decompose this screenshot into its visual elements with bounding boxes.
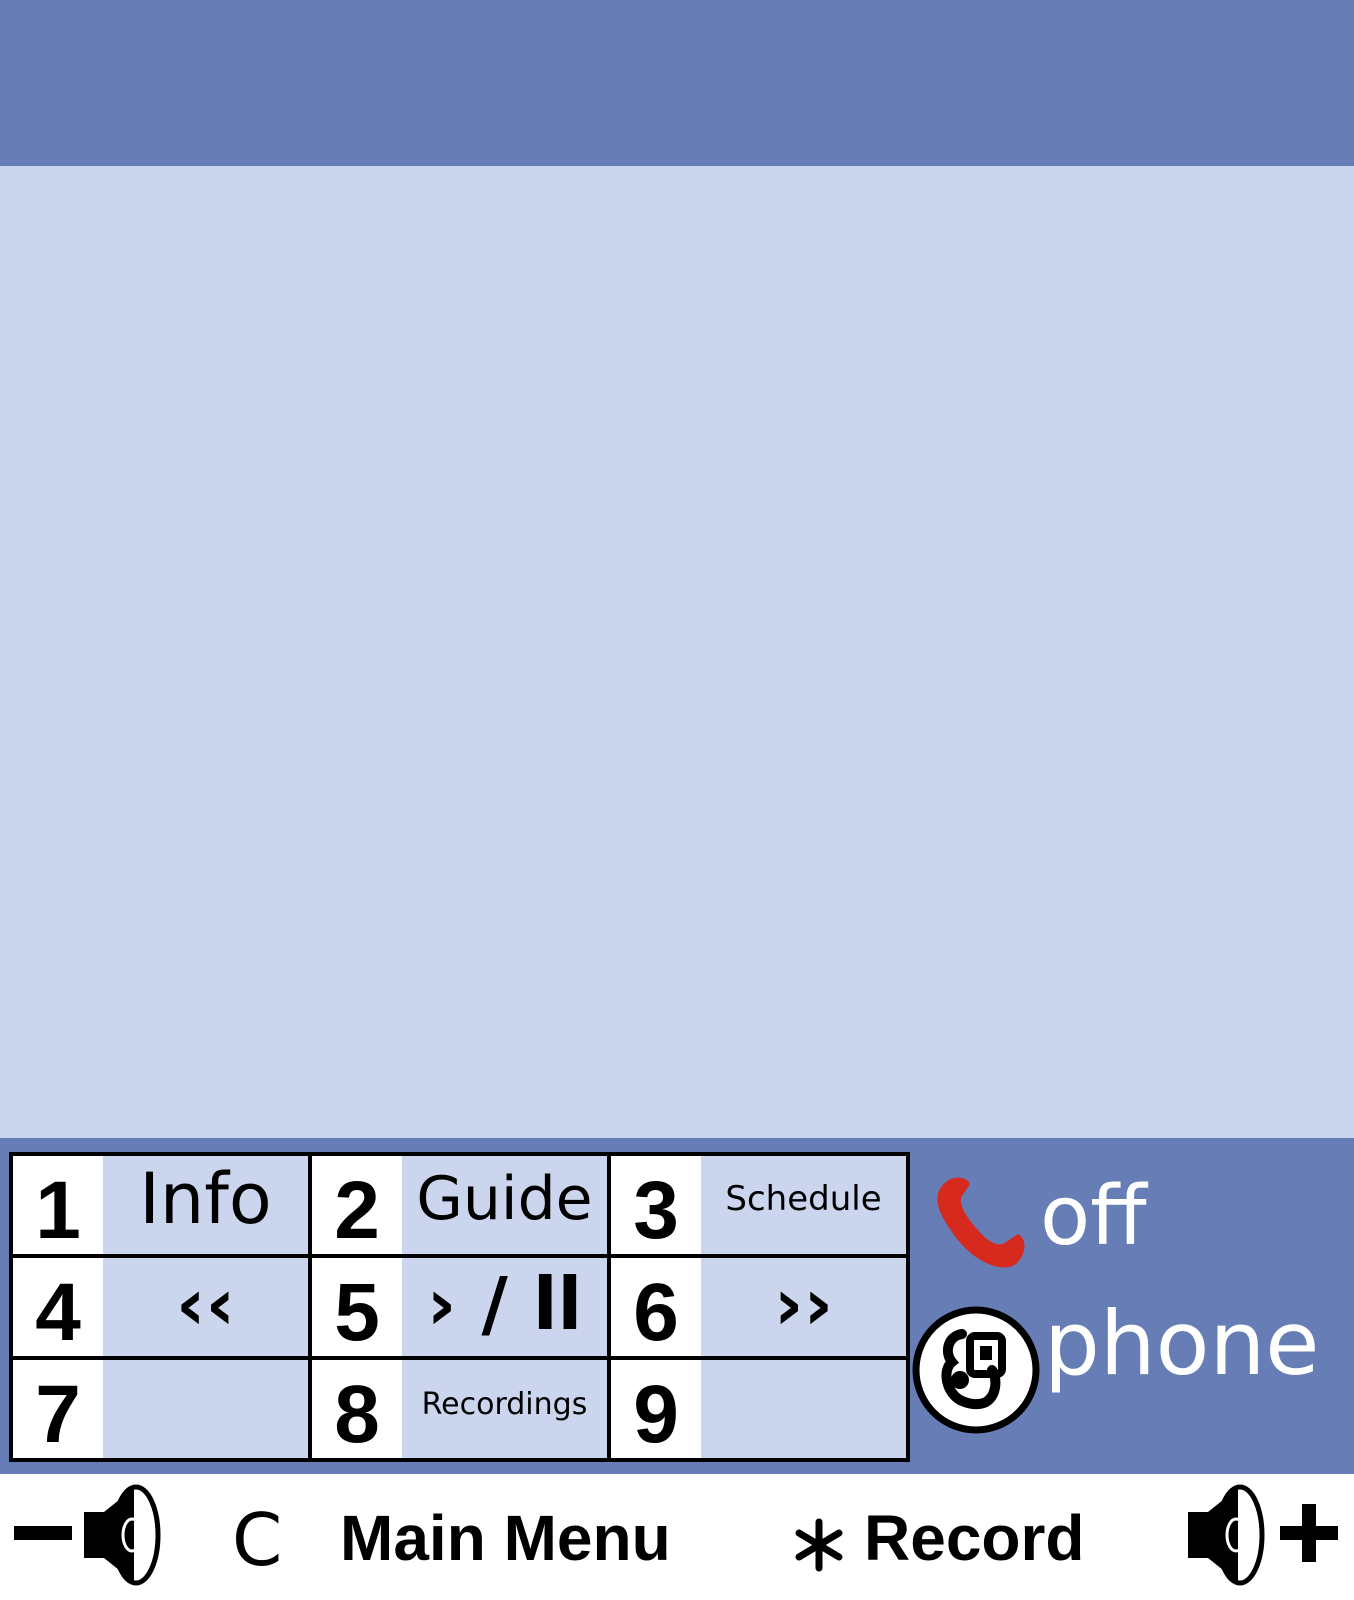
- key-4-rewind[interactable]: 4 ‹‹: [13, 1258, 308, 1356]
- key-2-guide[interactable]: 2 Guide: [312, 1156, 607, 1254]
- key-number: 7: [13, 1360, 103, 1458]
- clear-key[interactable]: C: [232, 1504, 282, 1576]
- key-number: 3: [611, 1156, 701, 1254]
- main-menu-button[interactable]: Main Menu: [340, 1506, 671, 1570]
- volume-up-icon[interactable]: [1186, 1482, 1342, 1590]
- content-area: [0, 166, 1354, 1138]
- record-button[interactable]: Record: [864, 1506, 1085, 1570]
- key-label: [103, 1360, 308, 1458]
- handset-icon: [937, 1177, 1025, 1268]
- fast-forward-icon: ››: [773, 1262, 834, 1346]
- key-8-recordings[interactable]: 8 Recordings: [312, 1360, 607, 1458]
- key-number: 1: [13, 1156, 103, 1254]
- key-3-schedule[interactable]: 3 Schedule: [611, 1156, 906, 1254]
- key-label: Info: [139, 1158, 272, 1240]
- key-6-fast-forward[interactable]: 6 ››: [611, 1258, 906, 1356]
- play-pause-icon: › / ll: [426, 1262, 583, 1346]
- key-label: Guide: [416, 1164, 593, 1234]
- key-5-play-pause[interactable]: 5 › / ll: [312, 1258, 607, 1356]
- key-1-info[interactable]: 1 Info: [13, 1156, 308, 1254]
- volume-down-icon[interactable]: [12, 1482, 164, 1590]
- key-label: Schedule: [725, 1179, 882, 1219]
- key-label: Recordings: [421, 1386, 588, 1422]
- keypad: 1 Info 2 Guide 3 Schedule 4 ‹‹ 5 › / ll …: [9, 1152, 910, 1462]
- softkey-bar: C Main Menu Record: [0, 1474, 1354, 1600]
- hook-state-text: off: [1040, 1169, 1147, 1264]
- key-number: 9: [611, 1360, 701, 1458]
- key-9[interactable]: 9: [611, 1360, 906, 1458]
- key-7[interactable]: 7: [13, 1360, 308, 1458]
- asterisk-icon: [795, 1518, 843, 1572]
- top-bar: [0, 0, 1354, 166]
- logo-icon: [912, 1306, 1040, 1434]
- key-number: 4: [13, 1258, 103, 1356]
- key-number: 8: [312, 1360, 402, 1458]
- key-number: 2: [312, 1156, 402, 1254]
- key-label: [701, 1360, 906, 1458]
- key-number: 6: [611, 1258, 701, 1356]
- rewind-icon: ‹‹: [175, 1262, 236, 1346]
- device-text: phone: [1044, 1292, 1320, 1395]
- key-number: 5: [312, 1258, 402, 1356]
- status-area: off phone: [912, 1150, 1354, 1470]
